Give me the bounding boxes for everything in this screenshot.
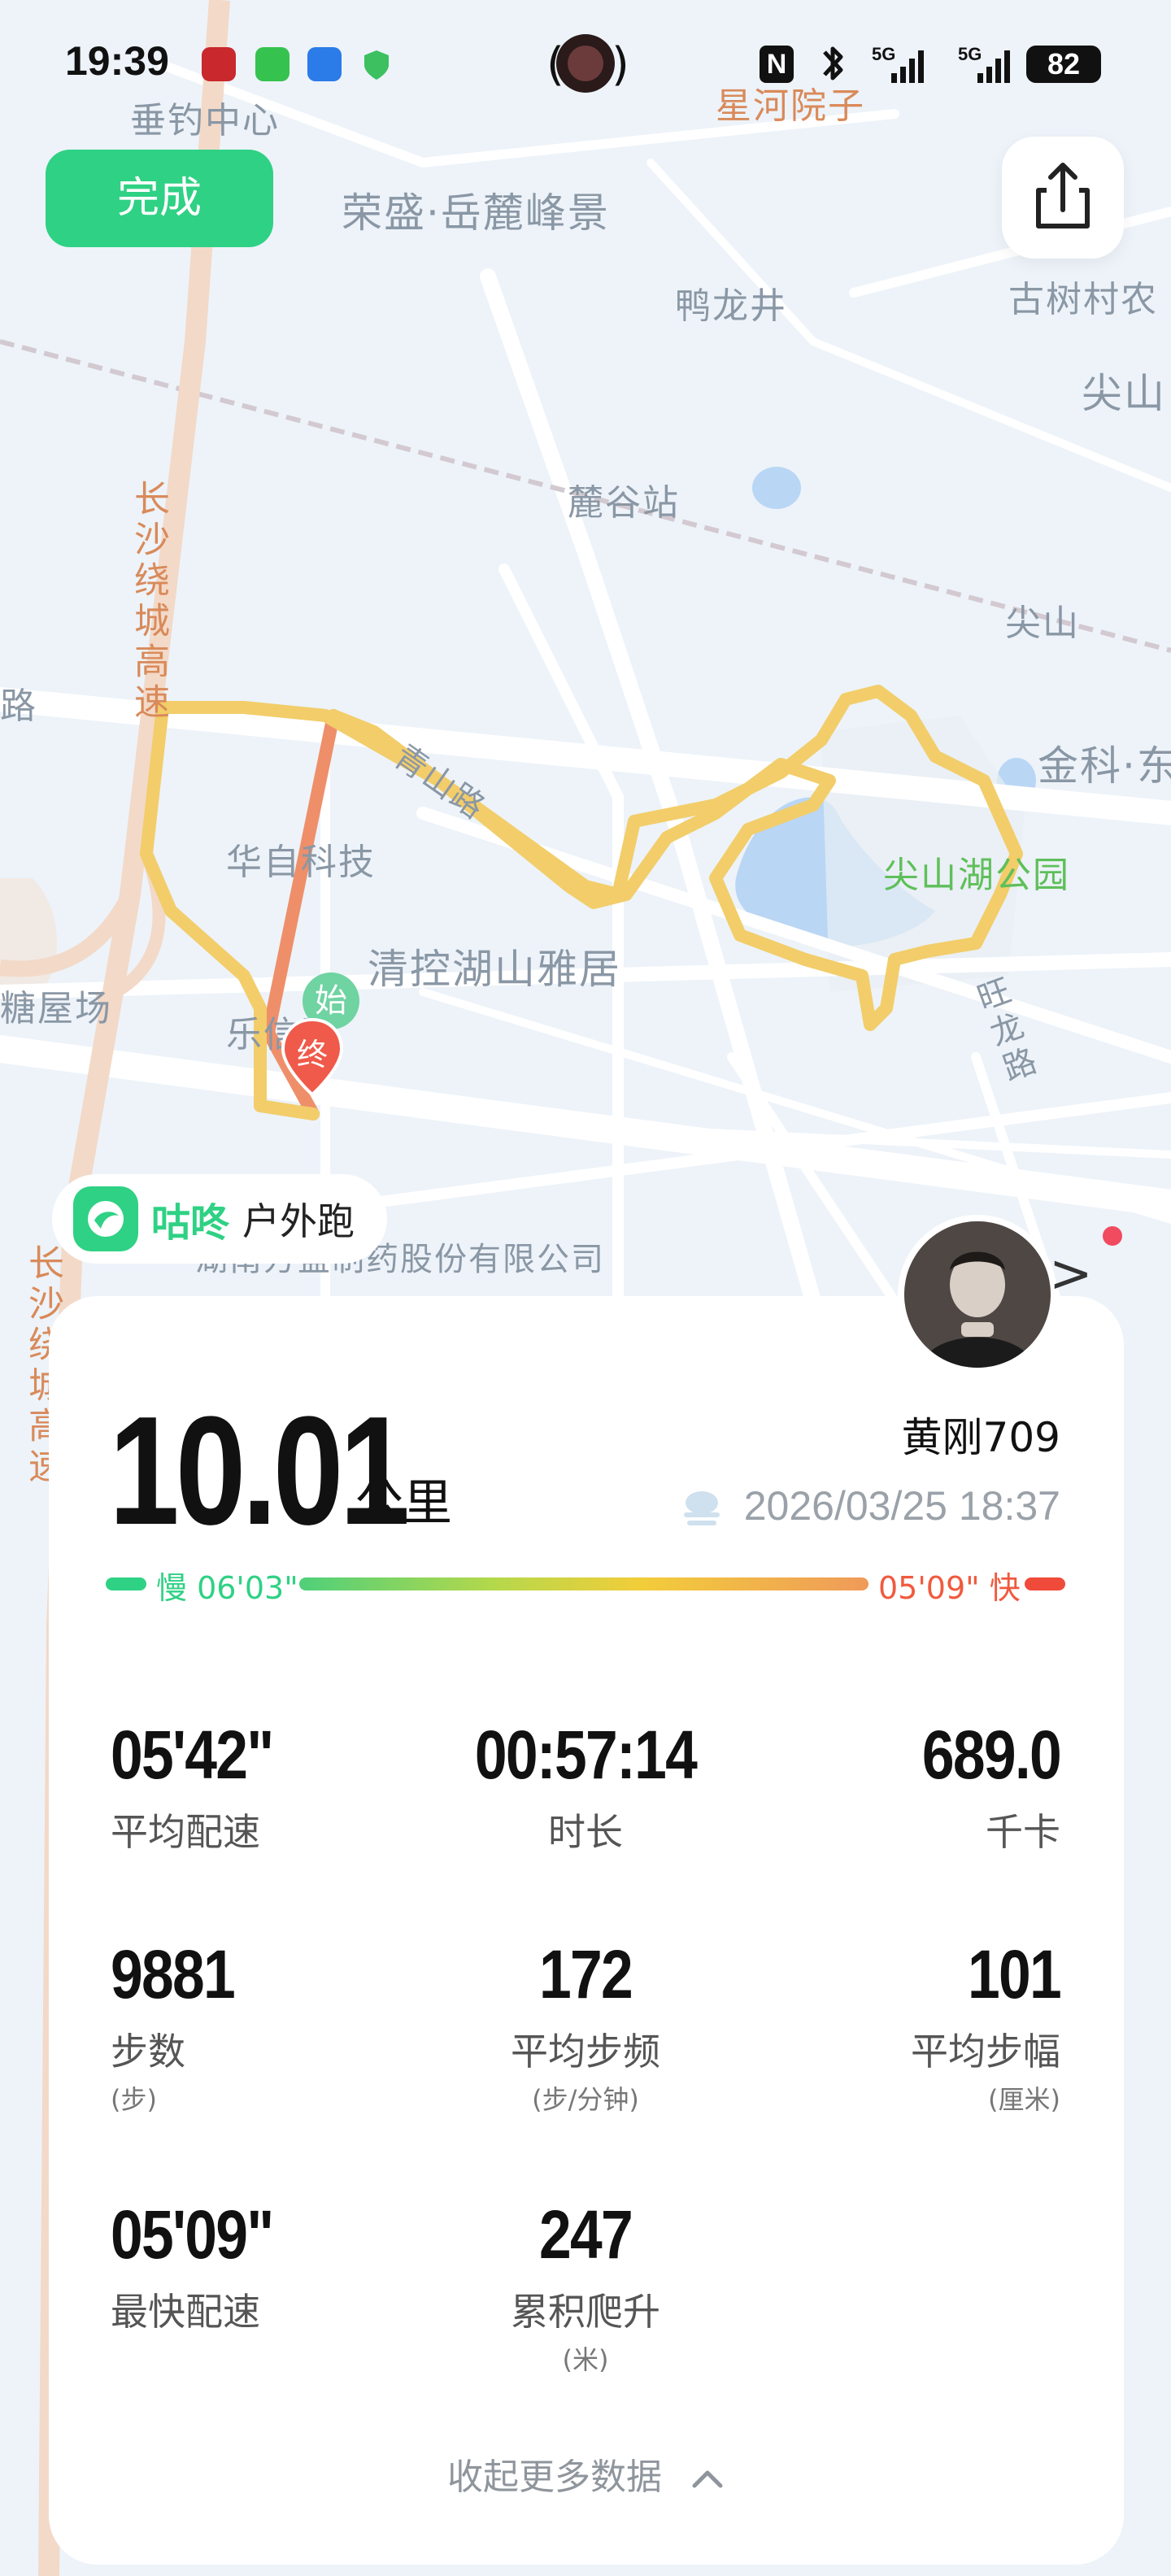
- stat-value: 05'09": [111, 2196, 274, 2273]
- stat-label: 时长: [548, 1810, 623, 1854]
- run-datetime: 2026/03/25 18:37: [677, 1482, 1060, 1530]
- sport-type: 户外跑: [242, 1199, 355, 1243]
- map-label: 古树村农: [1008, 279, 1158, 320]
- map-label: 麓谷站: [568, 482, 680, 524]
- stat-value: 101: [967, 1936, 1062, 2012]
- fast-pace-swatch: [1025, 1577, 1065, 1590]
- end-marker-label: 终: [296, 1037, 328, 1073]
- map-label: 华自科技: [226, 842, 376, 883]
- security-shield-icon: [363, 49, 390, 81]
- username: 黄刚709: [901, 1414, 1060, 1461]
- stat-duration: 00:57:14 时长: [423, 1716, 748, 1856]
- map-label: 金科·东: [1038, 742, 1171, 790]
- pond-water: [752, 467, 801, 509]
- battery-indicator: 82: [1026, 46, 1101, 83]
- app-badge: 咕咚 户外跑: [52, 1174, 388, 1264]
- stat-value: 00:57:14: [474, 1717, 698, 1793]
- stat-label: 最快配速: [111, 2290, 260, 2334]
- stat-unit: (厘米): [988, 2084, 1060, 2115]
- notification-dot: [1103, 1226, 1122, 1246]
- stat-label: 步数: [111, 2030, 185, 2073]
- stat-calories: 689.0 千卡: [735, 1716, 1062, 1856]
- user-photo-icon: [904, 1221, 1051, 1368]
- map-label: 糖屋场: [0, 988, 112, 1029]
- bluetooth-icon: [813, 41, 852, 89]
- pace-legend: 慢 06'03" 05'09" 快: [106, 1560, 1065, 1608]
- map-label: 鸭龙井: [675, 285, 787, 327]
- signal-icon: [878, 49, 927, 88]
- status-time: 19:39: [65, 38, 169, 84]
- messages-icon: [255, 47, 289, 81]
- map-label: 路: [0, 685, 37, 727]
- collapse-label: 收起更多数据: [447, 2456, 662, 2498]
- stat-cadence: 172 平均步频 (步/分钟): [423, 1935, 748, 2117]
- stat-label: 累积爬升: [511, 2290, 660, 2334]
- stat-stride: 101 平均步幅 (厘米): [735, 1935, 1062, 2117]
- done-button[interactable]: 完成: [46, 150, 273, 247]
- stat-label: 平均步频: [511, 2030, 660, 2073]
- fast-pace-label: 05'09" 快: [878, 1570, 1021, 1606]
- stat-value: 9881: [111, 1936, 236, 2012]
- map-label: 尖山: [1082, 370, 1166, 417]
- app-brand: 咕咚: [151, 1200, 230, 1246]
- stat-label: 平均配速: [111, 1810, 260, 1854]
- stat-label: 千卡: [986, 1810, 1060, 1854]
- distance-unit: 公里: [355, 1475, 452, 1532]
- stat-value: 172: [538, 1936, 633, 2012]
- files-icon: [307, 47, 342, 81]
- nfc-icon: N: [760, 46, 794, 83]
- pace-gradient-bar: [299, 1577, 868, 1590]
- stat-elevation-gain: 247 累积爬升 (米): [423, 2195, 748, 2377]
- svg-text:): ): [612, 38, 626, 91]
- slow-pace-label: 慢 06'03": [156, 1570, 298, 1606]
- map-label: 长沙绕城高速: [128, 480, 169, 724]
- stat-value: 05'42": [111, 1717, 274, 1793]
- chevron-up-icon: [691, 2456, 724, 2498]
- slow-pace-swatch: [106, 1577, 146, 1590]
- stat-value: 247: [538, 2196, 633, 2273]
- notification-app-icon: [202, 47, 236, 81]
- status-bar: 19:39 ( ) N 5G 5G 82: [0, 0, 1171, 130]
- map-label: 荣盛·岳麓峰景: [342, 189, 610, 237]
- app-logo-icon: [73, 1186, 138, 1251]
- start-marker-label: 始: [315, 982, 347, 1020]
- share-icon: [1036, 163, 1090, 228]
- stat-unit: (步/分钟): [532, 2084, 639, 2115]
- datetime-text: 2026/03/25 18:37: [743, 1483, 1060, 1529]
- roads: [0, 60, 1171, 1309]
- stat-value: 689.0: [921, 1717, 1062, 1793]
- stat-avg-pace: 05'42" 平均配速: [111, 1716, 436, 1856]
- user-avatar[interactable]: [898, 1215, 1057, 1374]
- stat-label: 平均步幅: [911, 2030, 1060, 2073]
- stat-unit: (步): [111, 2084, 157, 2115]
- share-button[interactable]: [1002, 137, 1124, 259]
- stat-unit: (米): [562, 2344, 609, 2375]
- live-activity-avatar[interactable]: ( ): [545, 29, 629, 99]
- map-label: 尖山湖公园: [883, 855, 1070, 896]
- chevron-right-icon[interactable]: >: [1049, 1244, 1093, 1304]
- map-label: 尖山: [1005, 603, 1080, 644]
- stat-steps: 9881 步数 (步): [111, 1935, 436, 2117]
- stat-fastest-pace: 05'09" 最快配速: [111, 2195, 436, 2336]
- signal-icon: [964, 49, 1013, 88]
- cloudy-weather-icon: [683, 1491, 720, 1525]
- collapse-more-data-button[interactable]: 收起更多数据: [0, 2448, 1171, 2500]
- map-label: 清控湖山雅居: [368, 946, 621, 993]
- route-end-marker: 终: [280, 1016, 345, 1098]
